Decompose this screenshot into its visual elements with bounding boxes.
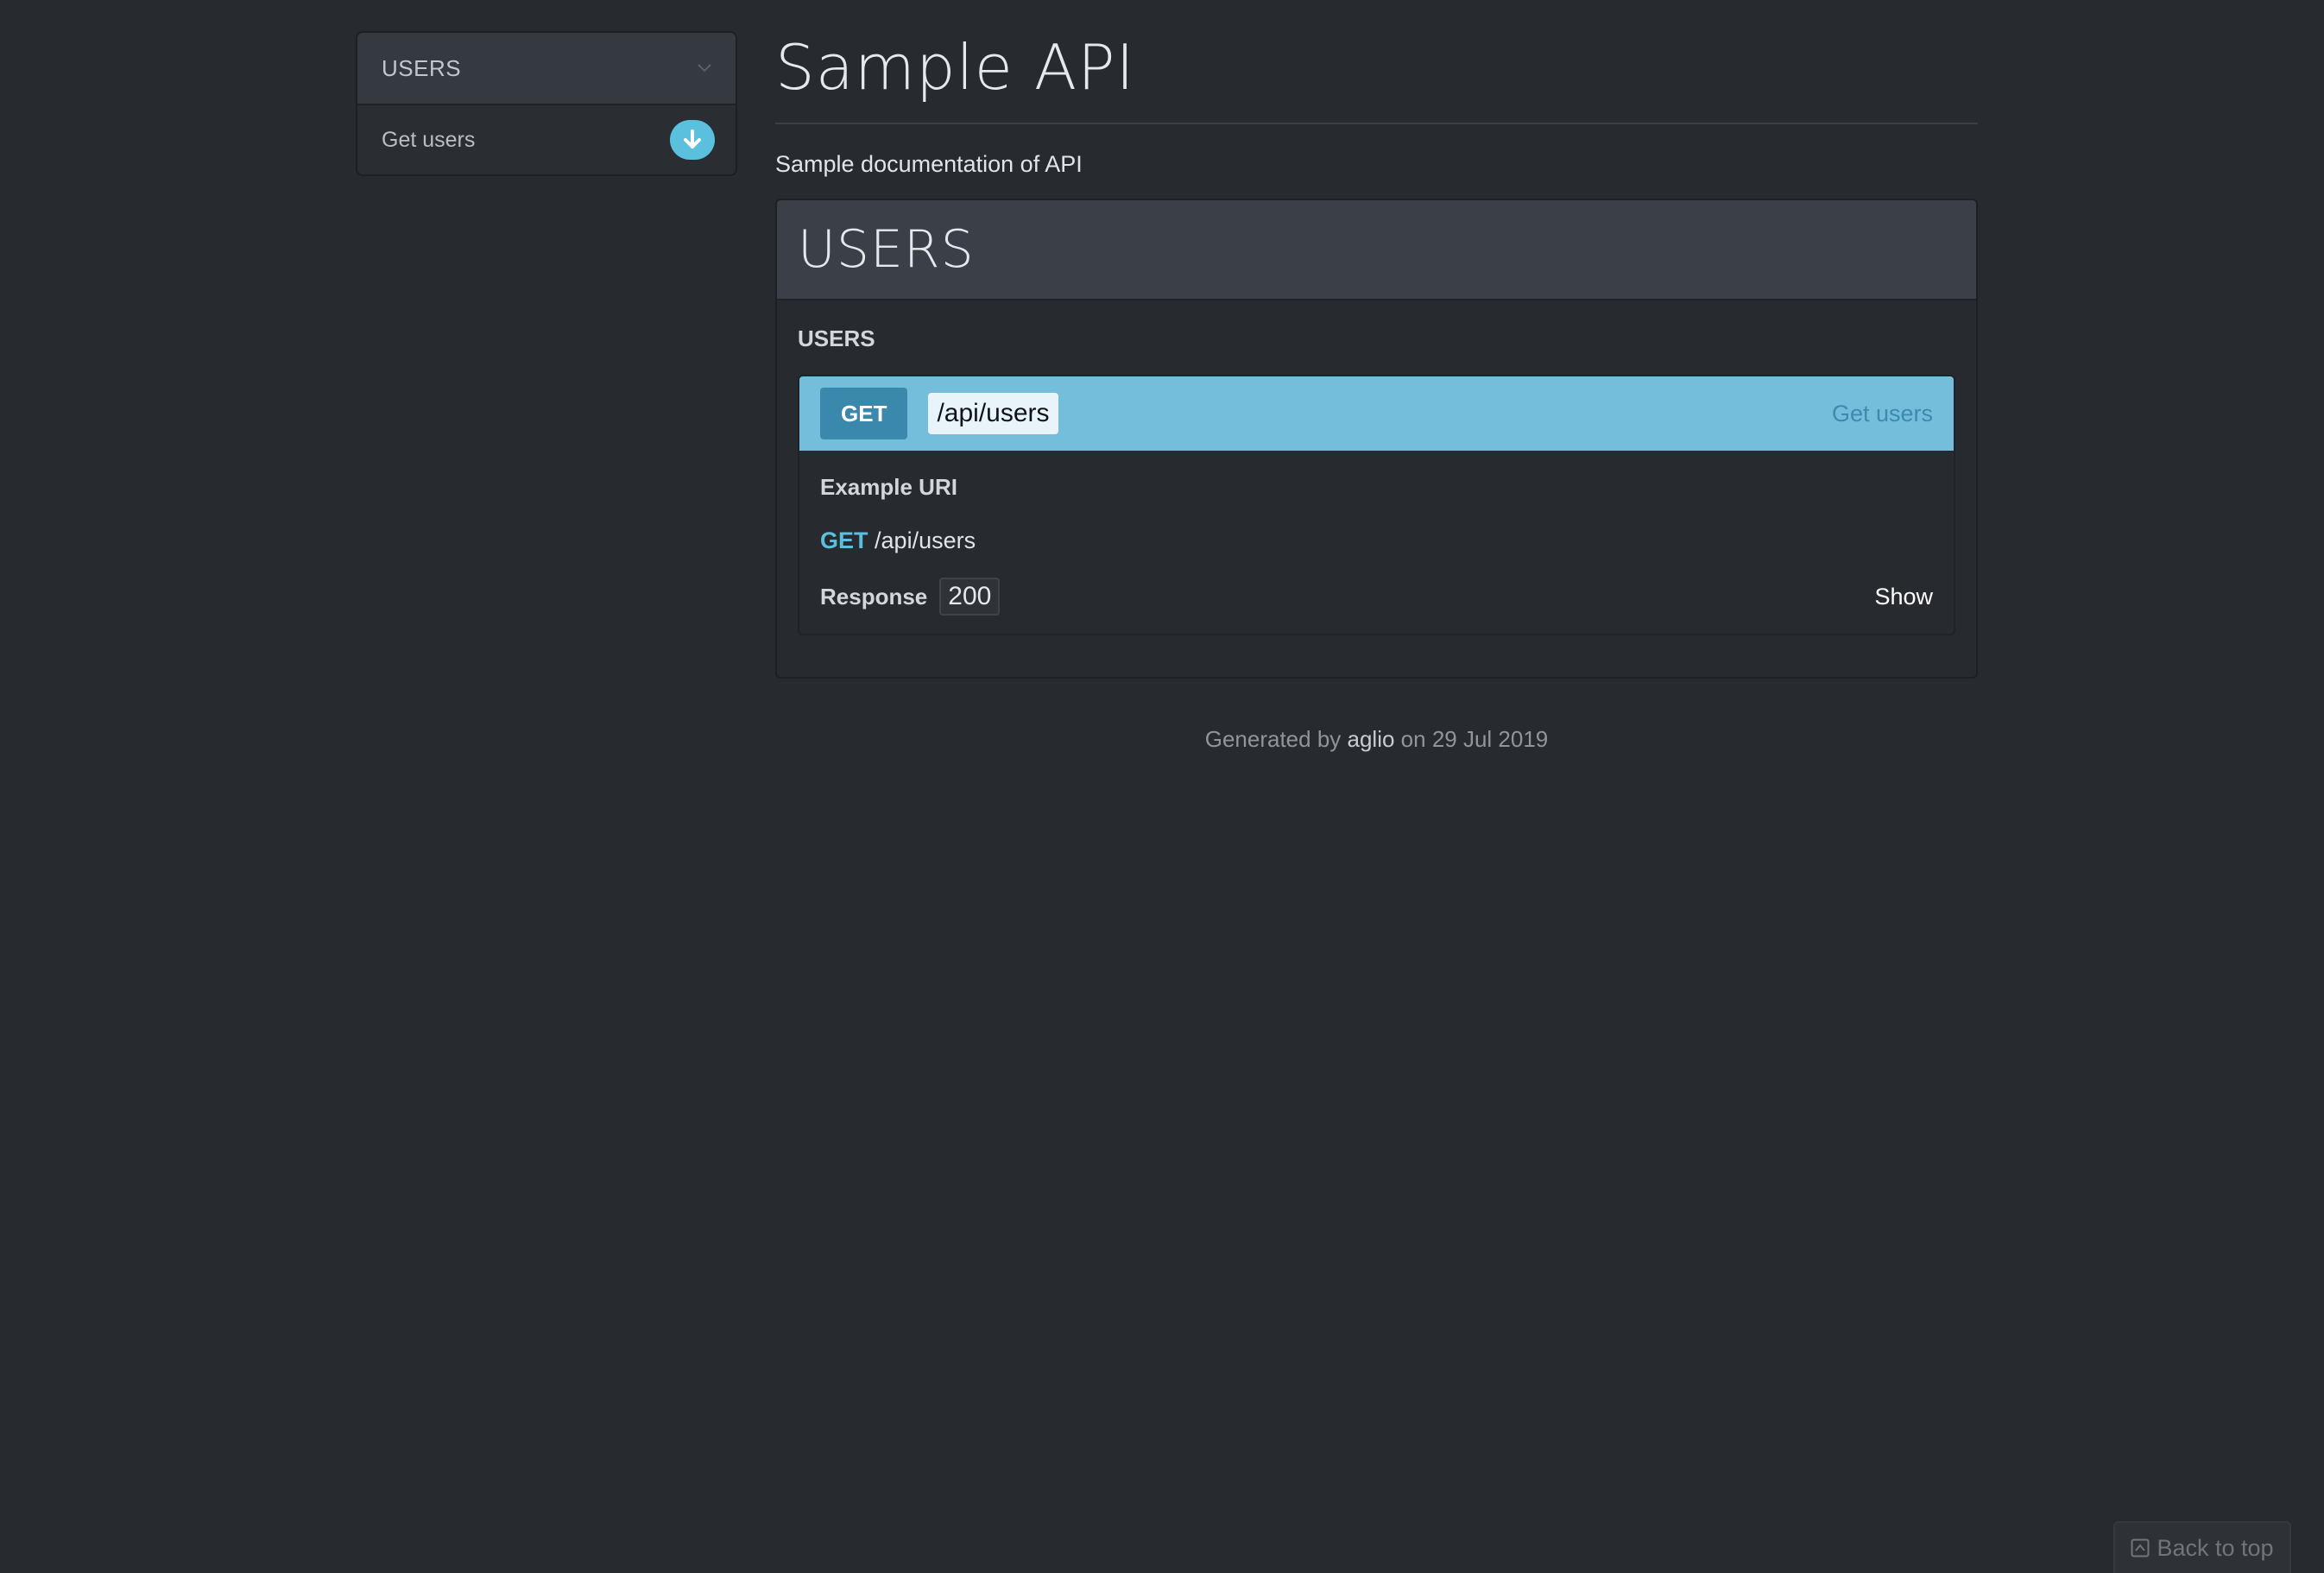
page-description: Sample documentation of API xyxy=(775,151,1083,177)
back-to-top-button[interactable]: Back to top xyxy=(2113,1521,2291,1573)
action-get-users: GET /api/users Get users Example URI GET… xyxy=(798,375,1955,635)
resource-group-title: USERS xyxy=(798,219,975,280)
footer: Generated by aglio on 29 Jul 2019 xyxy=(775,722,1978,756)
arrow-up-square-icon xyxy=(2131,1538,2150,1557)
page-title: Sample API xyxy=(775,26,1978,124)
footer-prefix: Generated by xyxy=(1204,726,1348,752)
resource-group-heading: USERS xyxy=(777,200,1976,300)
response-status-code: 200 xyxy=(939,578,1001,616)
footer-tool-link[interactable]: aglio xyxy=(1348,726,1395,752)
action-uri: /api/users xyxy=(928,393,1058,434)
example-uri-label: Example URI xyxy=(820,474,957,500)
back-to-top-label: Back to top xyxy=(2157,1534,2274,1561)
nav-group-title: USERS xyxy=(382,54,462,81)
chevron-down-icon[interactable] xyxy=(696,60,713,77)
resource-title: USERS xyxy=(798,325,875,351)
example-uri: GET /api/users xyxy=(820,523,1933,558)
show-response-toggle[interactable]: Show xyxy=(1874,584,1933,610)
response-row: Response 200 Show xyxy=(820,577,1933,616)
arrow-down-circle-icon xyxy=(670,120,715,160)
footer-suffix: on 29 Jul 2019 xyxy=(1394,726,1549,752)
action-name-link[interactable]: Get users xyxy=(1832,401,1933,427)
resource-group-body: USERS GET /api/users Get users Example U… xyxy=(777,300,1976,677)
response-label: Response xyxy=(820,584,928,610)
nav-item-label: Get users xyxy=(382,127,476,152)
sidebar-nav: USERS Get users xyxy=(356,31,737,176)
example-method: GET xyxy=(820,527,868,553)
action-body: Example URI GET /api/users Response 200 … xyxy=(799,451,1954,634)
method-badge: GET xyxy=(820,388,908,439)
main-content: Sample API Sample documentation of API U… xyxy=(775,26,1978,679)
action-heading[interactable]: GET /api/users Get users xyxy=(799,376,1954,451)
nav-item-get-users[interactable]: Get users xyxy=(357,105,736,174)
example-path: /api/users xyxy=(875,527,976,553)
nav-group-users[interactable]: USERS xyxy=(357,33,736,105)
resource-group-panel: USERS USERS GET /api/users Get users Exa… xyxy=(775,199,1978,679)
